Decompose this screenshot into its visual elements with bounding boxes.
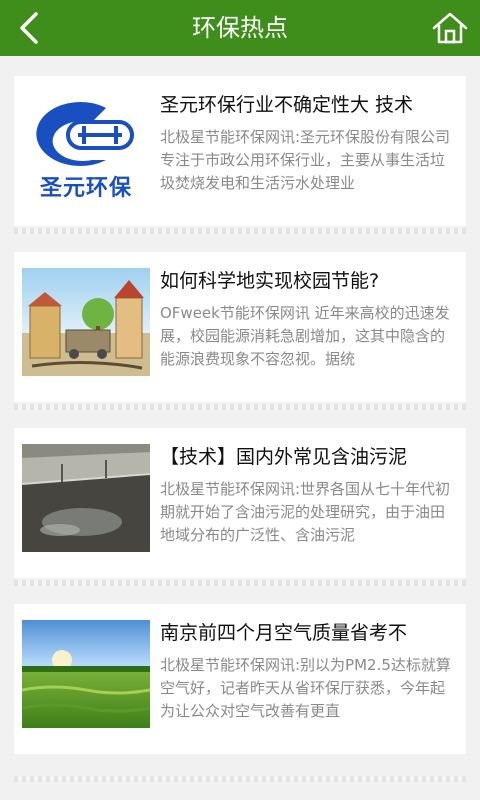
article-card[interactable]: 【技术】国内外常见含油污泥 北极星节能环保网讯:世界各国从七十年代初期就开始了含… bbox=[14, 428, 466, 578]
article-summary: OFweek节能环保网讯 近年来高校的迅速发展，校园能源消耗急剧增加，这其中隐含… bbox=[160, 304, 450, 368]
campus-illustration-icon bbox=[28, 280, 144, 370]
sludge-tank-photo-icon bbox=[22, 444, 150, 552]
wavy-divider bbox=[14, 776, 466, 782]
wavy-divider bbox=[14, 228, 466, 234]
home-button[interactable] bbox=[428, 6, 472, 50]
article-thumbnail-logo: 圣元环保 bbox=[22, 92, 150, 200]
article-thumbnail-campus bbox=[22, 268, 150, 376]
green-field-photo-icon bbox=[22, 650, 150, 713]
article-summary: 北极星节能环保网讯:世界各国从七十年代初期就开始了含油污泥的处理研究，由于油田地… bbox=[160, 480, 451, 544]
app-header: 环保热点 bbox=[0, 0, 480, 56]
article-title: 圣元环保行业不确定性大 技术 bbox=[160, 94, 414, 116]
article-title: 如何科学地实现校园节能? bbox=[160, 270, 380, 292]
article-thumbnail-field bbox=[22, 620, 150, 728]
article-card[interactable]: 南京前四个月空气质量省考不 北极星节能环保网讯:别以为PM2.5达标就算空气好，… bbox=[14, 604, 466, 754]
article-card[interactable]: 如何科学地实现校园节能? OFweek节能环保网讯 近年来高校的迅速发展，校园能… bbox=[14, 252, 466, 402]
page-title: 环保热点 bbox=[192, 14, 288, 42]
wavy-divider bbox=[14, 404, 466, 410]
article-title: 【技术】国内外常见含油污泥 bbox=[160, 446, 408, 468]
logo-text: 圣元环保 bbox=[39, 175, 132, 200]
article-summary: 北极星节能环保网讯:别以为PM2.5达标就算空气好，记者昨天从省环保厅获悉，今年… bbox=[160, 656, 451, 720]
article-card[interactable]: 圣元环保 圣元环保行业不确定性大 技术 北极星节能环保网讯:圣元环保股份有限公司… bbox=[14, 76, 466, 226]
article-title: 南京前四个月空气质量省考不 bbox=[160, 622, 408, 644]
home-icon bbox=[432, 12, 468, 44]
article-thumbnail-sludge bbox=[22, 444, 150, 552]
article-summary: 北极星节能环保网讯:圣元环保股份有限公司专注于市政公用环保行业，主要从事生活垃圾… bbox=[160, 128, 451, 192]
wavy-divider bbox=[14, 580, 466, 586]
